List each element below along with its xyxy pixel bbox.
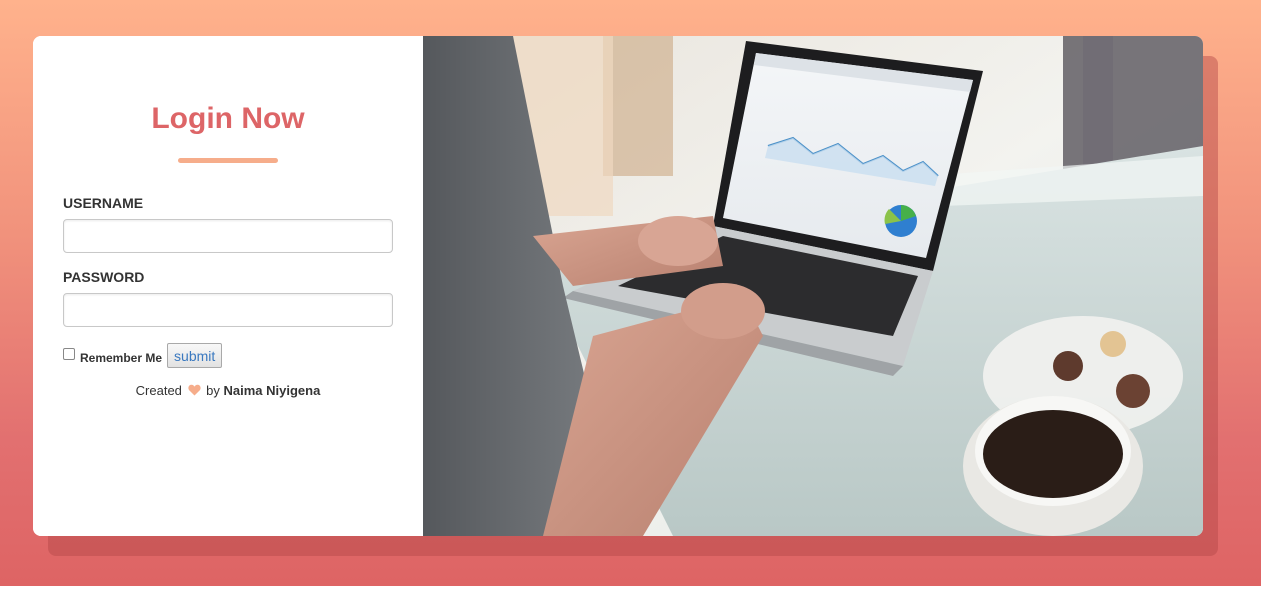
- password-input[interactable]: [63, 293, 393, 327]
- username-label: USERNAME: [63, 195, 144, 211]
- remember-row: Remember Me submit: [63, 343, 223, 368]
- credit-author: Naima Niyigena: [223, 383, 321, 398]
- page-title: Login Now: [151, 102, 305, 135]
- password-label: PASSWORD: [63, 269, 145, 285]
- hero-photo: [423, 36, 1203, 536]
- heart-icon: [187, 384, 201, 399]
- remember-me-checkbox[interactable]: [63, 347, 75, 360]
- credit-by: by: [206, 383, 220, 398]
- credit-line: Created by Naima Niyigena: [33, 383, 423, 399]
- remember-me-label[interactable]: Remember Me: [80, 351, 162, 365]
- username-input[interactable]: [63, 219, 393, 253]
- title-underline: [178, 158, 278, 163]
- login-card: Login Now USERNAME PASSWORD Remember Me …: [33, 36, 1203, 536]
- credit-prefix: Created: [135, 383, 182, 398]
- submit-button[interactable]: submit: [167, 343, 223, 368]
- login-panel: Login Now USERNAME PASSWORD Remember Me …: [33, 36, 423, 536]
